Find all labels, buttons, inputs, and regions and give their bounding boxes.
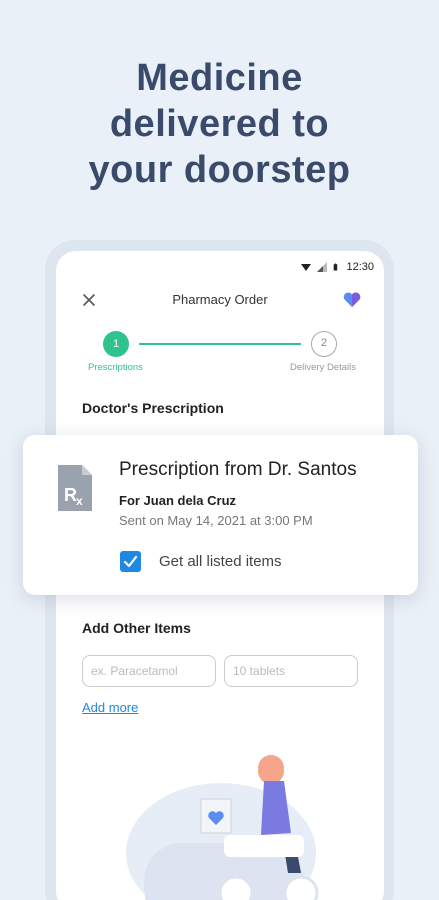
svg-text:x: x (76, 494, 83, 508)
stepper-progress-line (139, 343, 301, 345)
step-2-indicator[interactable]: 2 (311, 331, 337, 357)
other-items-section-title: Add Other Items (82, 620, 191, 636)
add-more-link[interactable]: Add more (82, 700, 138, 715)
checkmark-icon (123, 555, 138, 568)
quantity-input[interactable] (224, 655, 358, 687)
get-all-items-label[interactable]: Get all listed items (159, 553, 282, 570)
battery-icon (334, 263, 338, 271)
headline-line-1: Medicine (136, 57, 303, 99)
signal-icon (317, 262, 328, 272)
step-1-label: Prescriptions (88, 362, 143, 373)
get-all-items-checkbox[interactable] (120, 551, 141, 572)
status-bar: 12:30 (301, 259, 374, 275)
app-header: Pharmacy Order (56, 289, 384, 311)
prescription-sent-date: Sent on May 14, 2021 at 3:00 PM (119, 513, 313, 528)
page-title: Pharmacy Order (172, 292, 268, 307)
prescription-section-title: Doctor's Prescription (82, 400, 224, 416)
heart-logo-icon (343, 292, 361, 307)
prescription-patient: For Juan dela Cruz (119, 493, 237, 508)
prescription-card[interactable]: R x Prescription from Dr. Santos For Jua… (23, 435, 418, 595)
prescription-file-icon: R x (58, 465, 92, 511)
step-2-label: Delivery Details (290, 362, 356, 373)
step-1-indicator[interactable]: 1 (103, 331, 129, 357)
headline-line-3: your doorstep (88, 149, 351, 191)
prescription-title: Prescription from Dr. Santos (119, 459, 357, 480)
wifi-icon (301, 264, 312, 271)
delivery-rider-illustration (126, 755, 319, 900)
medicine-name-input[interactable] (82, 655, 216, 687)
headline: Medicine delivered to your doorstep (0, 55, 439, 193)
stepper: 1 2 Prescriptions Delivery Details (56, 331, 384, 377)
headline-line-2: delivered to (109, 103, 330, 145)
status-time: 12:30 (346, 261, 374, 273)
